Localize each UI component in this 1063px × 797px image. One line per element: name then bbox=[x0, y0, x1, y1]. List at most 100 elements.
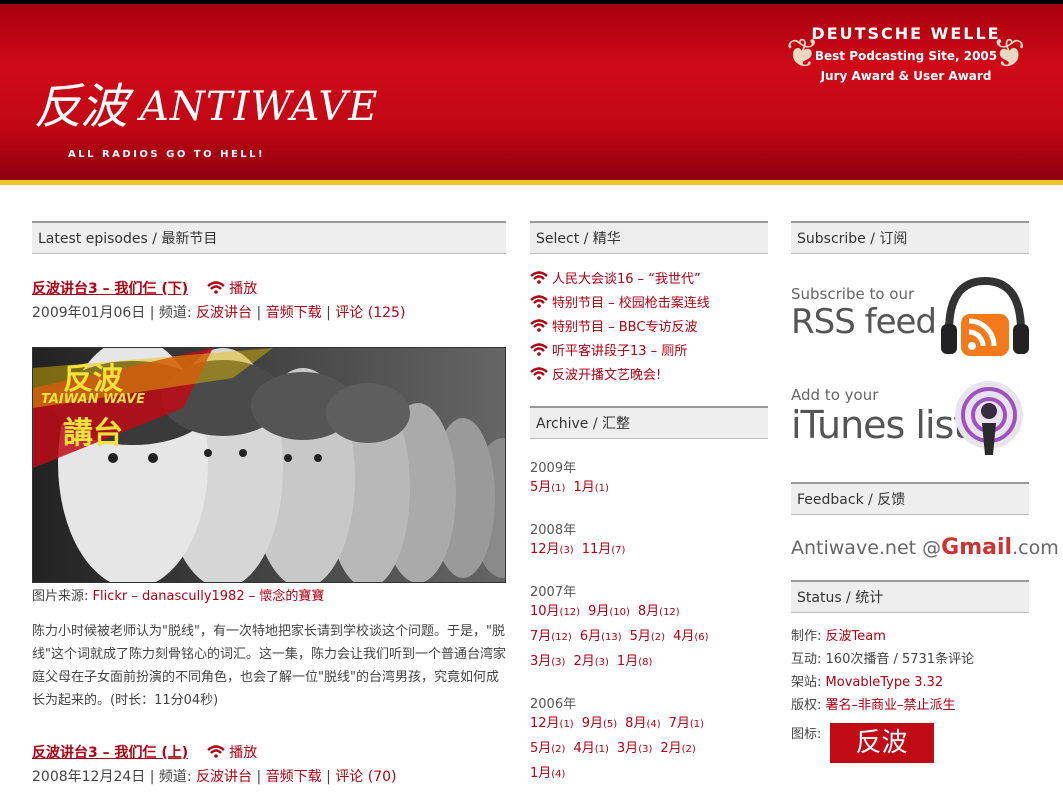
archive-month-count: (2) bbox=[551, 744, 566, 755]
archive-month-count: (3) bbox=[559, 545, 574, 556]
status-value[interactable]: MovableType 3.32 bbox=[826, 675, 944, 690]
archive-month-label: 3月 bbox=[530, 654, 552, 669]
archive-month-row: 3月(3) 2月(3) 1月(8) bbox=[530, 650, 768, 675]
broadcast-icon bbox=[530, 367, 548, 380]
archive-month-label: 5月 bbox=[530, 480, 552, 495]
archive-month-label: 11月 bbox=[581, 542, 612, 557]
feedback-email-link[interactable]: Antiwave.net @Gmail.com bbox=[791, 535, 1059, 560]
status-label: 架站: bbox=[791, 675, 822, 690]
select-item[interactable]: 特别节目 – BBC专访反波 bbox=[530, 316, 768, 340]
episode-photo[interactable]: 反波 TAIWAN WAVE 講台 bbox=[32, 347, 506, 583]
archive-month-count: (1) bbox=[559, 719, 574, 730]
archive-month-link[interactable]: 1月(4) bbox=[530, 766, 573, 781]
archive-month-label: 8月 bbox=[637, 604, 660, 619]
broadcast-icon bbox=[530, 343, 548, 356]
archive-month-count: (7) bbox=[611, 545, 626, 556]
archive-month-link[interactable]: 7月(12) bbox=[530, 629, 580, 644]
status-label: 图标: bbox=[791, 727, 822, 742]
channel-link[interactable]: 反波讲台 bbox=[196, 305, 252, 321]
archive-month-link[interactable]: 5月(2) bbox=[530, 741, 573, 756]
archive-month-link[interactable]: 10月(12) bbox=[530, 604, 588, 619]
archive-month-link[interactable]: 4月(1) bbox=[573, 741, 616, 756]
status-heading: Status / 统计 bbox=[791, 580, 1029, 613]
episode-title-link[interactable]: 反波讲台3 – 我们仨 (上) bbox=[32, 745, 188, 761]
comments-link[interactable]: 评论 (70) bbox=[335, 769, 396, 785]
gmail-logo: Gmail bbox=[941, 535, 1013, 560]
archive-month-count: (4) bbox=[646, 719, 661, 730]
archive-month-link[interactable]: 12月(3) bbox=[530, 542, 582, 557]
episode-date: 2008年12月24日 bbox=[32, 769, 146, 785]
archive-year: 2006年 bbox=[530, 697, 577, 712]
rss-small-text: Subscribe to our bbox=[791, 285, 915, 303]
rss-big-text: RSS feed bbox=[791, 302, 937, 342]
archive-month-link[interactable]: 1月(1) bbox=[573, 480, 616, 495]
archive-month-link[interactable]: 3月(3) bbox=[617, 741, 660, 756]
archive-month-link[interactable]: 2月(2) bbox=[660, 741, 703, 756]
play-button[interactable]: 播放 bbox=[207, 281, 257, 297]
download-link[interactable]: 音频下载 bbox=[266, 305, 322, 321]
credit-link[interactable]: Flickr – danascully1982 – 懷念的寶寶 bbox=[93, 589, 325, 604]
award-subtitle: Best Podcasting Site, 2005 bbox=[814, 49, 998, 63]
archive-month-count: (12) bbox=[659, 607, 680, 618]
play-button[interactable]: 播放 bbox=[207, 745, 257, 761]
episode-meta: 2009年01月06日 | 频道: 反波讲台 | 音频下载 | 评论 (125) bbox=[32, 305, 406, 321]
select-item-label: 人民大会谈16 – “我世代” bbox=[552, 272, 701, 287]
itunes-small-text: Add to your bbox=[791, 386, 879, 404]
select-item-label: 特别节目 – 校园枪击案连线 bbox=[552, 296, 710, 311]
archive-month-link[interactable]: 8月(4) bbox=[625, 716, 668, 731]
archive-month-link[interactable]: 5月(2) bbox=[630, 629, 673, 644]
archive-month-label: 9月 bbox=[581, 716, 603, 731]
episode-title-link[interactable]: 反波讲台3 – 我们仨 (下) bbox=[32, 281, 188, 297]
latest-heading: Latest episodes / 最新节目 bbox=[32, 221, 506, 254]
status-row: 制作: 反波Team bbox=[791, 625, 1029, 648]
select-item[interactable]: 反波开播文艺晚会! bbox=[530, 364, 768, 388]
play-label: 播放 bbox=[229, 745, 258, 761]
archive-month-link[interactable]: 7月(1) bbox=[669, 716, 712, 731]
archive-month-count: (12) bbox=[551, 632, 572, 643]
status-value[interactable]: 反波Team bbox=[826, 629, 886, 644]
archive-month-count: (2) bbox=[650, 632, 666, 643]
photo-credit: 图片来源: Flickr – danascully1982 – 懷念的寶寶 bbox=[32, 585, 506, 604]
select-item[interactable]: 特别节目 – 校园枪击案连线 bbox=[530, 292, 768, 316]
status-label: 互动: bbox=[791, 652, 822, 667]
status-row: 互动: 160次播音 / 5731条评论 bbox=[791, 648, 1029, 671]
download-link[interactable]: 音频下载 bbox=[266, 769, 322, 785]
archive-month-count: (3) bbox=[638, 744, 653, 755]
archive-month-link[interactable]: 9月(10) bbox=[588, 604, 638, 619]
archive-month-row: 5月(2) 4月(1) 3月(3) 2月(2) bbox=[530, 737, 768, 762]
archive-month-label: 12月 bbox=[530, 716, 560, 731]
itunes-subscribe-button[interactable]: Add to your iTunes list bbox=[791, 377, 1029, 472]
select-item[interactable]: 听平客讲段子13 – 厕所 bbox=[530, 340, 768, 364]
archive-month-link[interactable]: 6月(13) bbox=[580, 629, 630, 644]
select-item[interactable]: 人民大会谈16 – “我世代” bbox=[530, 268, 768, 292]
status-value[interactable]: 署名–非商业–禁止派生 bbox=[826, 698, 956, 713]
archive-month-row: 5月(1) 1月(1) bbox=[530, 476, 768, 501]
header-gold-stripe bbox=[0, 180, 1063, 185]
archive-heading: Archive / 汇整 bbox=[530, 406, 768, 439]
logo-english[interactable]: ANTIWAVE bbox=[140, 84, 378, 130]
archive-month-link[interactable]: 3月(3) bbox=[530, 654, 573, 669]
archive-month-link[interactable]: 9月(5) bbox=[582, 716, 625, 731]
archive-month-link[interactable]: 5月(1) bbox=[530, 480, 573, 495]
rss-subscribe-button[interactable]: Subscribe to our RSS feed bbox=[791, 276, 1029, 371]
subscribe-heading: Subscribe / 订阅 bbox=[791, 221, 1029, 254]
archive-month-row: 1月(4) bbox=[530, 762, 768, 787]
archive-month-label: 5月 bbox=[530, 741, 552, 756]
archive-month-link[interactable]: 1月(8) bbox=[617, 654, 660, 669]
archive-month-link[interactable]: 8月(12) bbox=[638, 604, 688, 619]
latest-episodes-section: Latest episodes / 最新节目 反波讲台3 – 我们仨 (下) 播… bbox=[32, 221, 506, 786]
archive-month-link[interactable]: 4月(6) bbox=[673, 629, 716, 644]
archive-month-row: 7月(12) 6月(13) 5月(2) 4月(6) bbox=[530, 625, 768, 650]
comments-link[interactable]: 评论 (125) bbox=[335, 305, 405, 321]
archive-month-row: 12月(1) 9月(5) 8月(4) 7月(1) bbox=[530, 712, 768, 737]
archive-month-link[interactable]: 11月(7) bbox=[582, 542, 634, 557]
episode-item: 反波讲台3 – 我们仨 (上) 播放 2008年12月24日 | 频道: 反波讲… bbox=[32, 742, 506, 786]
archive-month-link[interactable]: 2月(3) bbox=[573, 654, 616, 669]
logo-chinese[interactable]: 反波 bbox=[34, 77, 128, 137]
archive-list: 2009年 5月(1) 1月(1) 2008年 12月(3) 11月(7) 2007年 10月… bbox=[530, 457, 768, 787]
channel-link[interactable]: 反波讲台 bbox=[196, 769, 252, 785]
site-icon-badge[interactable]: 反波 bbox=[829, 723, 934, 763]
archive-month-count: (3) bbox=[594, 657, 609, 668]
archive-month-row: 10月(12) 9月(10) 8月(12) bbox=[530, 600, 768, 625]
archive-month-link[interactable]: 12月(1) bbox=[530, 716, 582, 731]
